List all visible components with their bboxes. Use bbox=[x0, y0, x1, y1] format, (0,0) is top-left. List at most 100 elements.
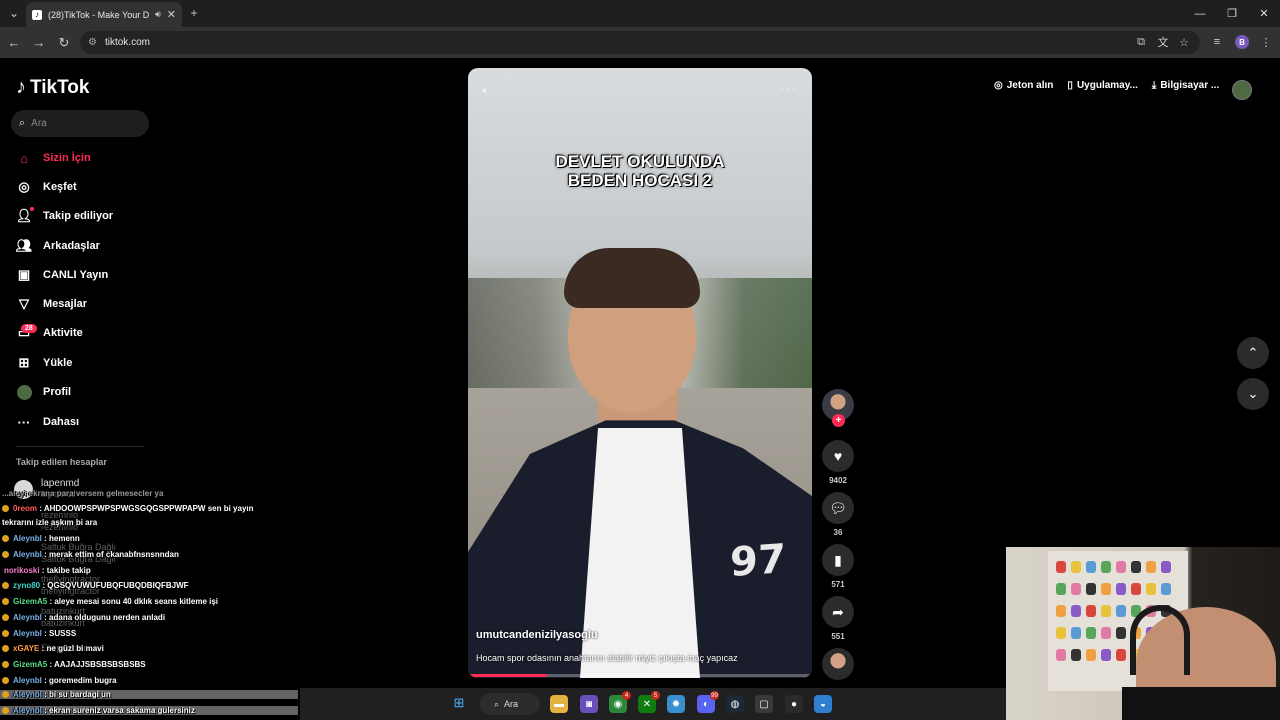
share-count: 551 bbox=[831, 632, 845, 641]
install-app-icon[interactable]: ⧉ bbox=[1132, 33, 1150, 51]
next-video-button[interactable]: ⌄ bbox=[1237, 378, 1269, 410]
heart-icon[interactable]: ♥ bbox=[822, 440, 854, 472]
chat-message: Aleynbl : hemenn bbox=[2, 534, 80, 543]
chat-message: Aleynbl : SUSSS bbox=[2, 629, 76, 638]
figure-item bbox=[1146, 561, 1156, 573]
search-placeholder: Ara bbox=[31, 118, 47, 129]
reload-icon[interactable]: ↻ bbox=[53, 32, 75, 54]
site-info-icon[interactable]: ⚙ bbox=[88, 37, 97, 48]
bookmark-icon[interactable]: ▮ bbox=[822, 544, 854, 576]
nav-label: Yükle bbox=[43, 357, 73, 369]
nav-label: Dahası bbox=[43, 416, 80, 428]
follow-plus-icon[interactable]: + bbox=[832, 414, 845, 427]
forward-icon[interactable]: → bbox=[28, 32, 50, 54]
nav-explore[interactable]: ◎ Keşfet bbox=[16, 176, 77, 198]
comment-icon[interactable]: 💬︎ bbox=[822, 492, 854, 524]
browser-tab[interactable]: ♪ (28)TikTok - Make Your Day 🔊︎ ✕ bbox=[26, 2, 182, 27]
figure-item bbox=[1086, 583, 1096, 595]
chat-message: norikoski : takibe takip bbox=[4, 566, 91, 575]
steam-icon[interactable]: ◍ bbox=[726, 695, 744, 713]
settings-icon[interactable]: ✹ bbox=[667, 695, 685, 713]
phone-icon: ▯ bbox=[1067, 80, 1073, 91]
windows-start-icon[interactable]: ⊞ bbox=[452, 695, 466, 710]
figure-item bbox=[1131, 583, 1141, 595]
figure-item bbox=[1116, 583, 1126, 595]
video-progress-bar[interactable] bbox=[468, 674, 812, 677]
media-control-icon[interactable]: ≡ bbox=[1208, 33, 1226, 51]
file-explorer-icon[interactable]: ▬ bbox=[550, 695, 568, 713]
get-app-button[interactable]: ▯ Uygulamay... bbox=[1067, 80, 1137, 91]
nav-label: Keşfet bbox=[43, 181, 77, 193]
user-avatar[interactable] bbox=[1232, 80, 1252, 100]
like-action[interactable]: ♥ 9402 bbox=[822, 440, 854, 485]
caption-line: BEDEN HOCASI 2 bbox=[567, 171, 713, 190]
nav-friends[interactable]: 👥︎ Arkadaşlar bbox=[16, 235, 100, 257]
new-tab-button[interactable]: + bbox=[186, 5, 202, 21]
chat-message: tekrarını izle aşkım bi ara bbox=[2, 518, 98, 527]
nav-more[interactable]: ··· Dahası bbox=[16, 411, 80, 433]
bookmark-star-icon[interactable]: ☆ bbox=[1175, 33, 1193, 51]
share-icon[interactable]: ➦ bbox=[822, 596, 854, 628]
previous-video-button[interactable]: ⌃ bbox=[1237, 337, 1269, 369]
tiktok-logo[interactable]: ♪ TikTok bbox=[16, 76, 89, 99]
figure-item bbox=[1071, 649, 1081, 661]
close-window-icon[interactable]: ✕ bbox=[1248, 0, 1280, 27]
mute-icon[interactable]: 🔈︎ bbox=[482, 82, 490, 98]
figure-item bbox=[1071, 561, 1081, 573]
friends-icon: 👥︎ bbox=[15, 238, 33, 253]
nav-label: Takip ediliyor bbox=[43, 210, 114, 222]
sound-avatar[interactable] bbox=[822, 648, 854, 680]
tab-search-icon[interactable]: ⌄ bbox=[6, 5, 22, 21]
app-icon[interactable]: ▢ bbox=[755, 695, 773, 713]
nav-upload[interactable]: ⊞ Yükle bbox=[16, 352, 73, 374]
nav-for-you[interactable]: ⌂ Sizin İçin bbox=[16, 147, 91, 169]
translate-icon[interactable]: 文 bbox=[1154, 33, 1172, 51]
figure-item bbox=[1131, 561, 1141, 573]
get-app-label: Uygulamay... bbox=[1076, 80, 1138, 91]
streamer-shirt bbox=[1122, 687, 1280, 720]
search-input[interactable]: ⌕ Ara bbox=[11, 110, 149, 137]
webcam-overlay bbox=[1006, 547, 1280, 720]
messages-icon: ▽ bbox=[19, 296, 29, 311]
divider bbox=[16, 446, 144, 447]
nav-label: Aktivite bbox=[43, 327, 83, 339]
window-controls: — ❐ ✕ bbox=[1184, 0, 1280, 27]
desktop-app-button[interactable]: ⤓ Bilgisayar ... bbox=[1152, 80, 1219, 91]
taskbar-search[interactable]: ⌕ Ara bbox=[480, 693, 540, 715]
browser-icon[interactable]: ◒ bbox=[814, 695, 832, 713]
save-count: 571 bbox=[831, 580, 845, 589]
discord-icon[interactable]: ◐ 99 bbox=[697, 691, 719, 713]
home-icon: ⌂ bbox=[20, 150, 28, 166]
nav-label: Profil bbox=[43, 386, 72, 398]
nav-label: Arkadaşlar bbox=[43, 240, 100, 252]
nav-messages[interactable]: ▽ Mesajlar bbox=[16, 293, 87, 315]
save-action[interactable]: ▮ 571 bbox=[822, 544, 854, 589]
xbox-icon[interactable]: ✕ 5 bbox=[638, 691, 660, 713]
app-icon[interactable]: ◙ bbox=[580, 695, 598, 713]
figure-item bbox=[1161, 583, 1171, 595]
share-action[interactable]: ➦ 551 bbox=[822, 596, 854, 641]
address-bar[interactable]: ⚙ tiktok.com bbox=[80, 31, 1200, 54]
video-author[interactable]: umutcandenizilyasoglu bbox=[476, 629, 598, 641]
browser-profile-avatar[interactable]: B bbox=[1235, 35, 1249, 49]
comment-action[interactable]: 💬︎ 36 bbox=[822, 492, 854, 537]
restore-icon[interactable]: ❐ bbox=[1216, 0, 1248, 27]
chrome-icon[interactable]: ◉ 4 bbox=[609, 691, 631, 713]
back-icon[interactable]: ← bbox=[3, 32, 25, 54]
nav-profile[interactable]: Profil bbox=[16, 381, 71, 403]
get-coins-button[interactable]: ◎ Jeton alın bbox=[994, 80, 1053, 91]
nav-live[interactable]: ▣ CANLI Yayın bbox=[16, 264, 108, 286]
chat-message: zyno80 : QGSQVUWUFUBQFUBQDBIQFBJWF bbox=[2, 581, 189, 590]
figure-item bbox=[1086, 649, 1096, 661]
browser-menu-icon[interactable]: ⋮ bbox=[1257, 33, 1275, 51]
chat-message: Aleynbl : ekran sureniz varsa sakama gul… bbox=[0, 706, 298, 715]
tab-close-icon[interactable]: ✕ bbox=[167, 8, 176, 21]
minimize-icon[interactable]: — bbox=[1184, 0, 1216, 27]
video-player[interactable]: 97 DEVLET OKULUNDA BEDEN HOCASI 2 🔈︎ ···… bbox=[468, 68, 812, 678]
chat-message: Aleynbl : merak ettim of ckanabfnsnsnnda… bbox=[2, 550, 179, 559]
video-more-icon[interactable]: ··· bbox=[780, 80, 797, 96]
obs-icon[interactable]: ● bbox=[785, 695, 803, 713]
figure-item bbox=[1116, 605, 1126, 617]
activity-badge: 28 bbox=[21, 324, 37, 333]
audio-icon[interactable]: 🔊︎ bbox=[155, 9, 161, 20]
